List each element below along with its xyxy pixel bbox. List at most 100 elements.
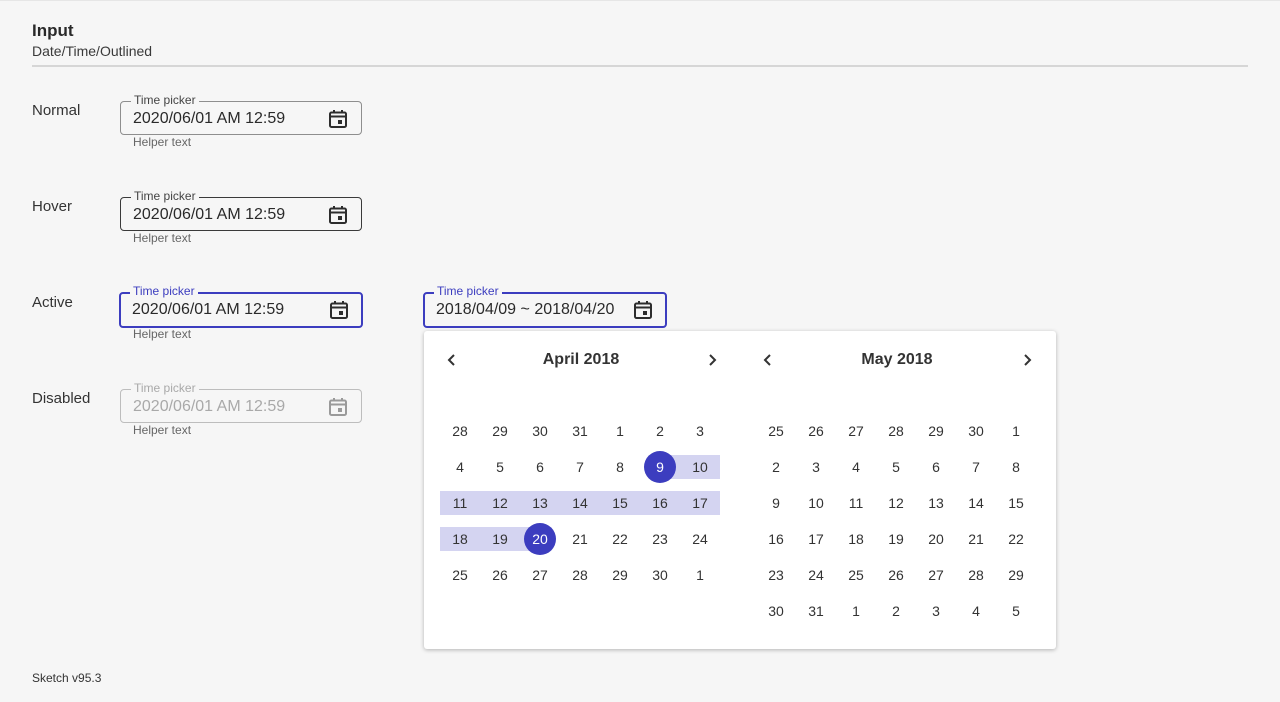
calendar-icon[interactable] bbox=[328, 109, 348, 129]
calendar-day[interactable]: 11 bbox=[440, 491, 480, 515]
calendar-day[interactable]: 22 bbox=[996, 527, 1036, 551]
calendar-day[interactable]: 27 bbox=[520, 563, 560, 587]
calendar-day[interactable]: 14 bbox=[560, 491, 600, 515]
calendar-day[interactable]: 2 bbox=[640, 419, 680, 443]
calendar-day[interactable]: 7 bbox=[560, 455, 600, 479]
calendar-day[interactable]: 22 bbox=[600, 527, 640, 551]
date-range-picker-active[interactable]: Time picker 2018/04/09 ~ 2018/04/20 bbox=[423, 283, 667, 328]
calendar-day[interactable]: 10 bbox=[680, 455, 720, 479]
calendar-day[interactable]: 23 bbox=[640, 527, 680, 551]
calendar-day[interactable]: 16 bbox=[640, 491, 680, 515]
day-number: 29 bbox=[1008, 567, 1024, 583]
calendar-day[interactable]: 11 bbox=[836, 491, 876, 515]
calendar-day[interactable]: 26 bbox=[480, 563, 520, 587]
calendar-day[interactable]: 1 bbox=[836, 599, 876, 623]
calendar-day[interactable]: 25 bbox=[836, 563, 876, 587]
calendar-day[interactable]: 27 bbox=[836, 419, 876, 443]
chevron-right-icon[interactable] bbox=[1016, 349, 1038, 371]
calendar-day[interactable]: 1 bbox=[600, 419, 640, 443]
calendar-day[interactable]: 5 bbox=[876, 455, 916, 479]
calendar-day[interactable]: 6 bbox=[916, 455, 956, 479]
calendar-day[interactable]: 12 bbox=[876, 491, 916, 515]
day-number: 18 bbox=[452, 531, 468, 547]
calendar-day[interactable]: 25 bbox=[756, 419, 796, 443]
calendar-day[interactable]: 26 bbox=[796, 419, 836, 443]
field-label: Time picker bbox=[131, 92, 199, 108]
calendar-day[interactable]: 1 bbox=[680, 563, 720, 587]
calendar-icon[interactable] bbox=[329, 300, 349, 320]
calendar-day[interactable]: 8 bbox=[996, 455, 1036, 479]
month-title-left: April 2018 bbox=[542, 351, 620, 368]
day-number: 25 bbox=[452, 567, 468, 583]
day-number: 26 bbox=[808, 423, 824, 439]
range-end-day[interactable]: 20 bbox=[520, 523, 560, 555]
calendar-day[interactable]: 23 bbox=[756, 563, 796, 587]
day-number: 11 bbox=[452, 495, 468, 511]
calendar-day[interactable]: 21 bbox=[956, 527, 996, 551]
calendar-day[interactable]: 19 bbox=[480, 527, 520, 551]
calendar-day[interactable]: 28 bbox=[560, 563, 600, 587]
calendar-day[interactable]: 25 bbox=[440, 563, 480, 587]
calendar-day[interactable]: 28 bbox=[876, 419, 916, 443]
calendar-day[interactable]: 21 bbox=[560, 527, 600, 551]
day-number: 14 bbox=[572, 495, 588, 511]
calendar-day[interactable]: 2 bbox=[876, 599, 916, 623]
calendar-day[interactable]: 24 bbox=[680, 527, 720, 551]
calendar-day[interactable]: 30 bbox=[520, 419, 560, 443]
calendar-day[interactable]: 9 bbox=[756, 491, 796, 515]
calendar-day[interactable]: 3 bbox=[916, 599, 956, 623]
calendar-day[interactable]: 3 bbox=[796, 455, 836, 479]
range-start-day[interactable]: 9 bbox=[640, 451, 680, 483]
calendar-day[interactable]: 2 bbox=[756, 455, 796, 479]
chevron-right-icon[interactable] bbox=[701, 349, 723, 371]
chevron-left-icon[interactable] bbox=[757, 349, 779, 371]
calendar-day[interactable]: 4 bbox=[440, 455, 480, 479]
calendar-day[interactable]: 30 bbox=[956, 419, 996, 443]
calendar-day[interactable]: 1 bbox=[996, 419, 1036, 443]
time-picker-normal[interactable]: Time picker 2020/06/01 AM 12:59 bbox=[120, 92, 362, 135]
calendar-day[interactable]: 17 bbox=[796, 527, 836, 551]
calendar-day[interactable]: 27 bbox=[916, 563, 956, 587]
calendar-day[interactable]: 31 bbox=[560, 419, 600, 443]
calendar-day[interactable]: 13 bbox=[520, 491, 560, 515]
calendar-day[interactable]: 19 bbox=[876, 527, 916, 551]
chevron-left-icon[interactable] bbox=[441, 349, 463, 371]
calendar-day[interactable]: 18 bbox=[440, 527, 480, 551]
calendar-day[interactable]: 24 bbox=[796, 563, 836, 587]
calendar-day[interactable]: 30 bbox=[640, 563, 680, 587]
calendar-day[interactable]: 28 bbox=[956, 563, 996, 587]
calendar-day[interactable]: 7 bbox=[956, 455, 996, 479]
calendar-day[interactable]: 29 bbox=[480, 419, 520, 443]
calendar-day[interactable]: 15 bbox=[996, 491, 1036, 515]
calendar-day[interactable]: 5 bbox=[480, 455, 520, 479]
calendar-day[interactable]: 17 bbox=[680, 491, 720, 515]
calendar-day[interactable]: 6 bbox=[520, 455, 560, 479]
time-picker-active[interactable]: Time picker 2020/06/01 AM 12:59 bbox=[119, 283, 363, 328]
calendar-day[interactable]: 28 bbox=[440, 419, 480, 443]
calendar-day[interactable]: 16 bbox=[756, 527, 796, 551]
calendar-day[interactable]: 8 bbox=[600, 455, 640, 479]
calendar-day[interactable]: 12 bbox=[480, 491, 520, 515]
calendar-icon[interactable] bbox=[328, 205, 348, 225]
calendar-day[interactable]: 5 bbox=[996, 599, 1036, 623]
calendar-day[interactable]: 14 bbox=[956, 491, 996, 515]
calendar-day[interactable]: 10 bbox=[796, 491, 836, 515]
calendar-day[interactable]: 26 bbox=[876, 563, 916, 587]
time-picker-hover[interactable]: Time picker 2020/06/01 AM 12:59 bbox=[120, 188, 362, 231]
day-number: 27 bbox=[848, 423, 864, 439]
page-title: Input bbox=[32, 21, 74, 40]
calendar-day[interactable]: 4 bbox=[956, 599, 996, 623]
calendar-day[interactable]: 31 bbox=[796, 599, 836, 623]
calendar-day[interactable]: 4 bbox=[836, 455, 876, 479]
calendar-icon[interactable] bbox=[633, 300, 653, 320]
day-number: 28 bbox=[452, 423, 468, 439]
calendar-day[interactable]: 20 bbox=[916, 527, 956, 551]
calendar-day[interactable]: 13 bbox=[916, 491, 956, 515]
calendar-day[interactable]: 29 bbox=[600, 563, 640, 587]
calendar-day[interactable]: 29 bbox=[996, 563, 1036, 587]
calendar-day[interactable]: 15 bbox=[600, 491, 640, 515]
calendar-day[interactable]: 29 bbox=[916, 419, 956, 443]
calendar-day[interactable]: 3 bbox=[680, 419, 720, 443]
calendar-day[interactable]: 18 bbox=[836, 527, 876, 551]
calendar-day[interactable]: 30 bbox=[756, 599, 796, 623]
